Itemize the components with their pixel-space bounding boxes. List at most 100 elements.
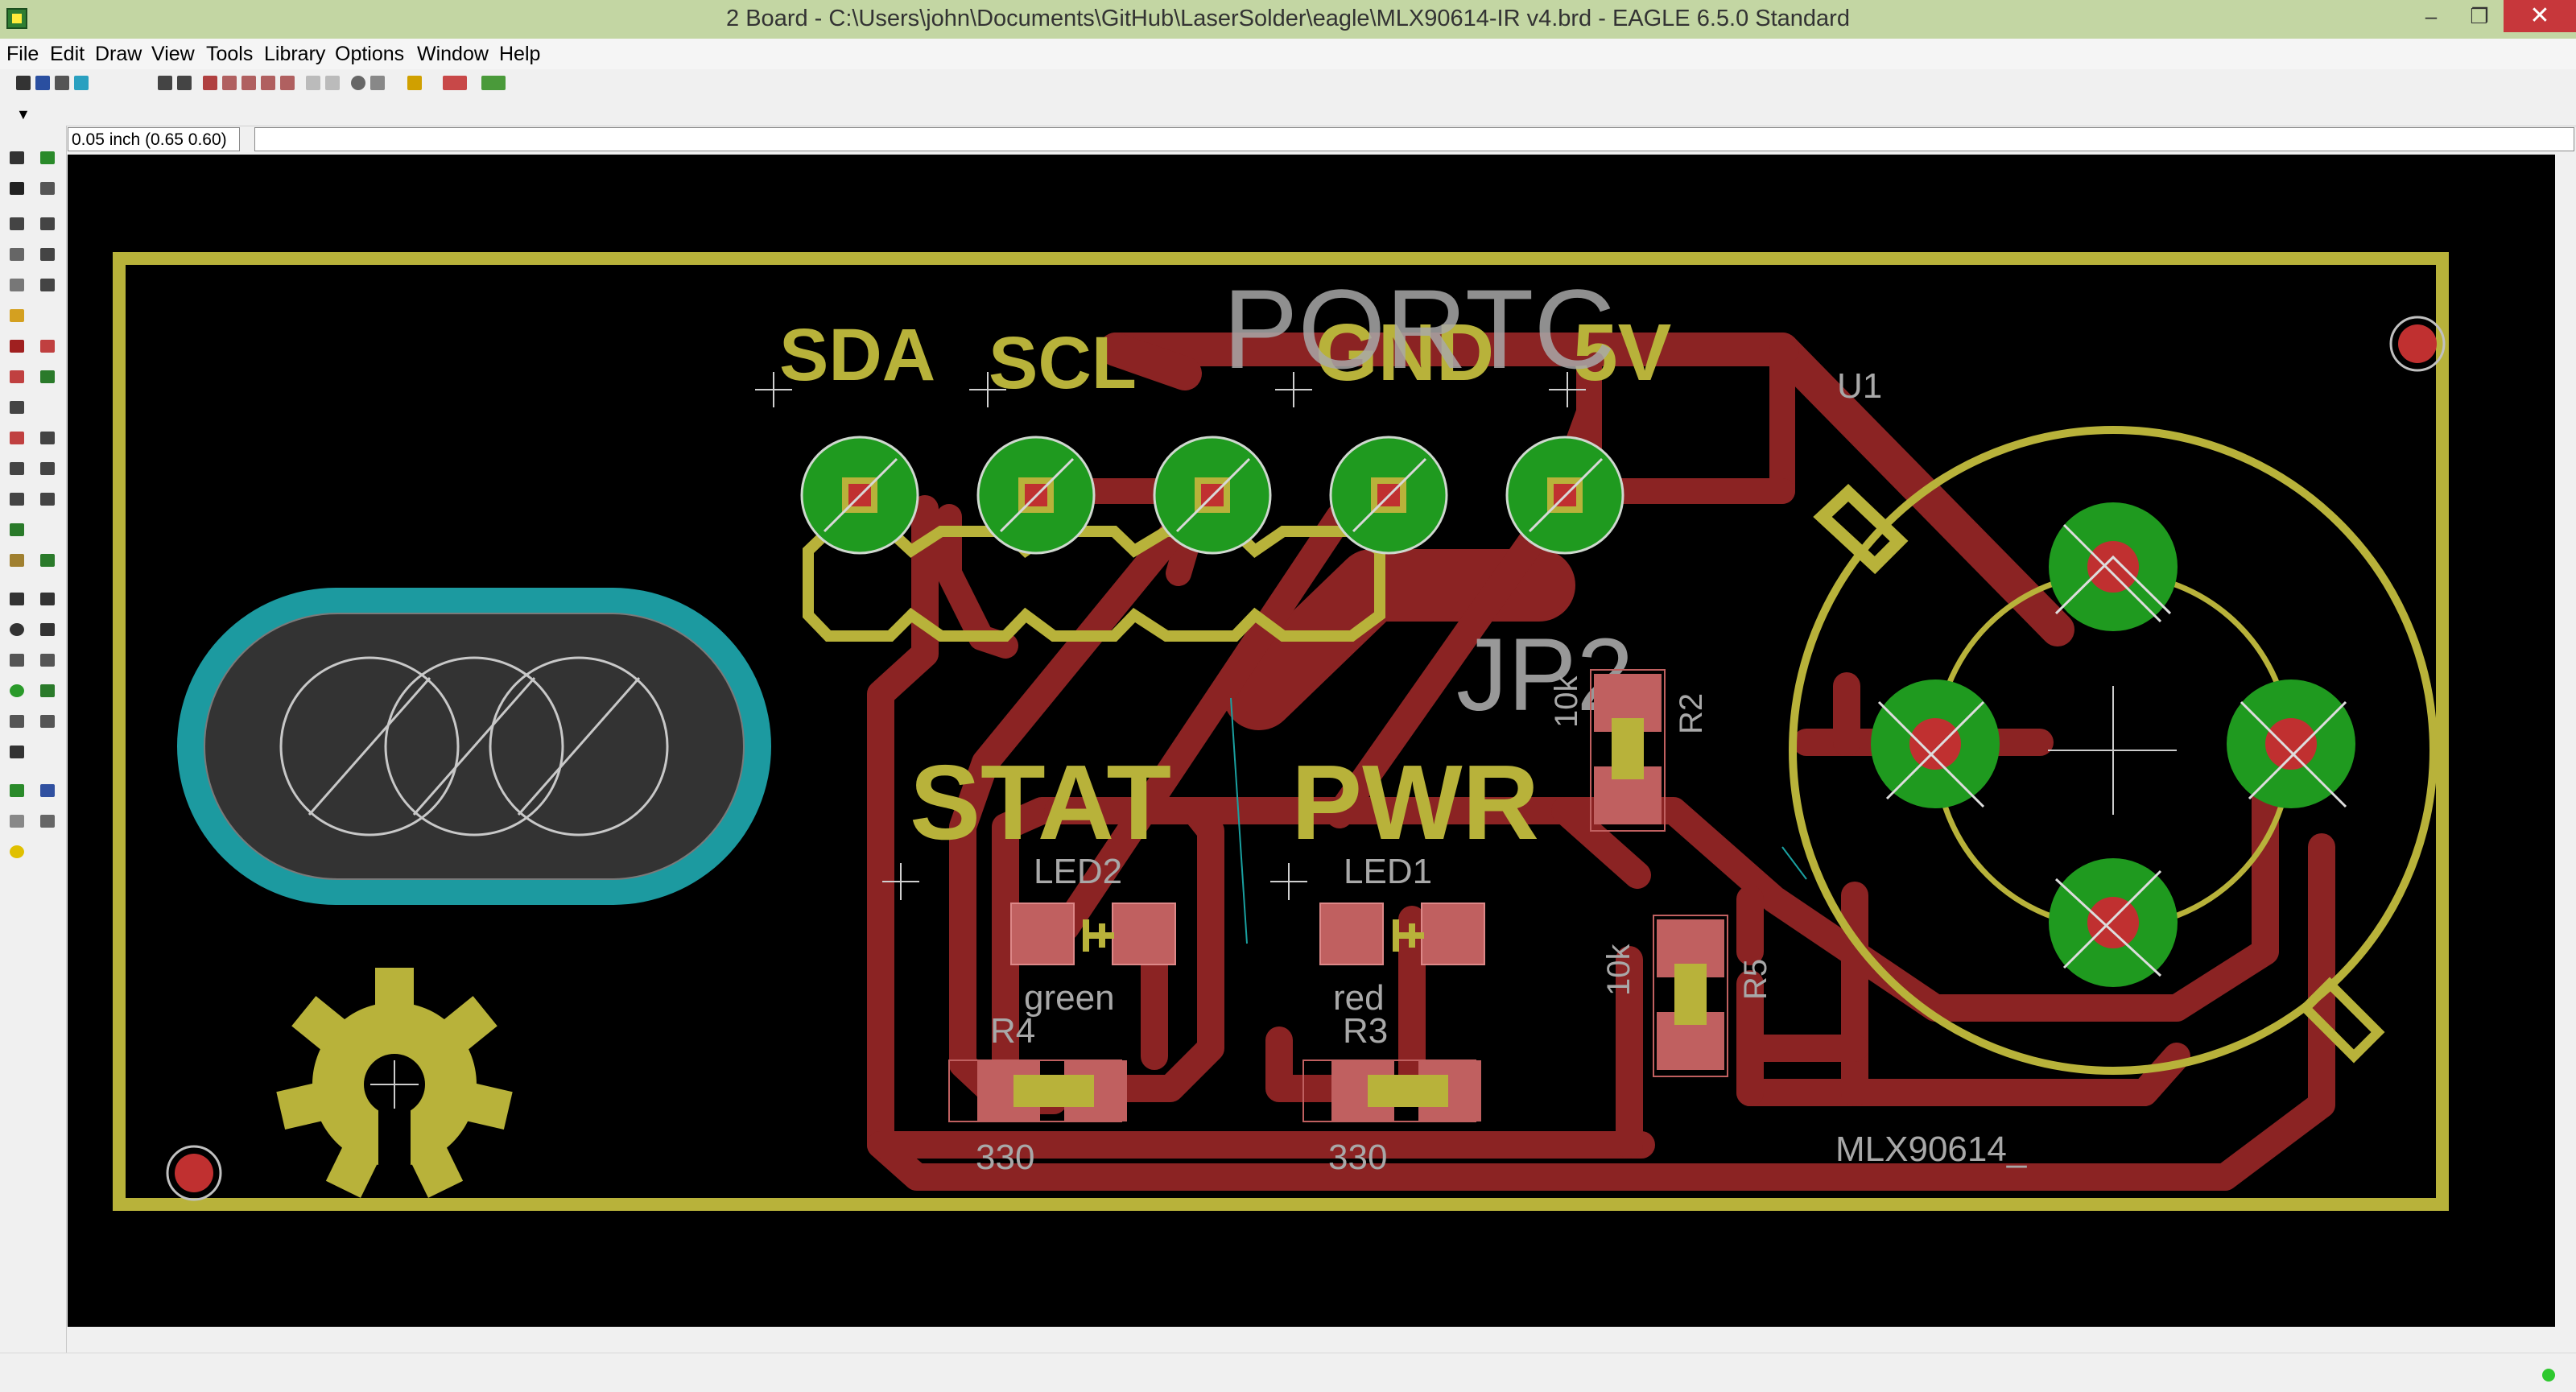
delete-tool-icon[interactable]: [10, 340, 24, 353]
wire-tool-icon[interactable]: [10, 593, 24, 605]
stop-icon[interactable]: [351, 76, 365, 90]
arc-tool-icon[interactable]: [40, 623, 55, 636]
display-layers-icon[interactable]: [10, 182, 24, 195]
redo-icon[interactable]: [325, 76, 340, 90]
menu-window[interactable]: Window: [412, 39, 493, 69]
r5-value: 10k: [1601, 944, 1637, 996]
horizontal-scrollbar[interactable]: [68, 1328, 2555, 1351]
oval-footprint: [177, 588, 771, 905]
board-editor-canvas[interactable]: SDA SCL GND 5V PORTC JP2 STAT PWR LED2 L…: [68, 155, 2555, 1327]
mirror-tool-icon[interactable]: [10, 248, 24, 261]
show-tool-icon[interactable]: [40, 151, 55, 164]
chevron-down-icon[interactable]: ▼: [16, 106, 31, 123]
menu-edit[interactable]: Edit: [45, 39, 89, 69]
name-tool-icon[interactable]: [10, 370, 24, 383]
r2-value: 10k: [1549, 675, 1584, 728]
open-hardware-logo: [276, 968, 513, 1198]
command-line-input[interactable]: [254, 127, 2574, 151]
save-icon[interactable]: [35, 76, 50, 90]
status-indicator-icon: [2542, 1369, 2555, 1382]
led2-name: LED2: [1034, 852, 1122, 891]
zoom-redraw-icon[interactable]: [261, 76, 275, 90]
copy-tool-icon[interactable]: [40, 217, 55, 230]
restore-button[interactable]: ❐: [2455, 0, 2504, 32]
pin-label-scl: SCL: [989, 322, 1137, 404]
optimize-tool-icon[interactable]: [10, 462, 24, 475]
main-toolbar: [0, 69, 2576, 98]
rect-tool-icon[interactable]: [10, 654, 24, 667]
grid-icon[interactable]: [177, 76, 192, 90]
route-tool-icon[interactable]: [10, 493, 24, 506]
rotate-tool-icon[interactable]: [40, 248, 55, 261]
via-tool-icon[interactable]: [10, 684, 24, 697]
cam-icon[interactable]: [74, 76, 89, 90]
led1-name: LED1: [1344, 852, 1432, 891]
mounting-hole-top-right: [2389, 316, 2446, 372]
zoom-out-icon[interactable]: [242, 76, 256, 90]
erc-tool-icon[interactable]: [10, 815, 24, 828]
move-tool-icon[interactable]: [10, 217, 24, 230]
vertical-scrollbar[interactable]: [2555, 155, 2576, 1327]
close-button[interactable]: ✕: [2504, 0, 2576, 32]
signal-tool-icon[interactable]: [10, 523, 24, 536]
display-icon[interactable]: [158, 76, 172, 90]
menu-help[interactable]: Help: [494, 39, 545, 69]
menu-options[interactable]: Options: [330, 39, 409, 69]
miter-tool-icon[interactable]: [10, 432, 24, 444]
paste-tool-icon[interactable]: [10, 309, 24, 322]
title-bar: 2 Board - C:\Users\john\Documents\GitHub…: [0, 0, 2576, 39]
hole-tool-icon[interactable]: [10, 715, 24, 728]
mark-tool-icon[interactable]: [40, 182, 55, 195]
r3-value: 330: [1328, 1138, 1387, 1177]
go-icon[interactable]: [370, 76, 385, 90]
menu-file[interactable]: File: [2, 39, 43, 69]
u1-value: MLX90614_: [1835, 1130, 2027, 1169]
menu-tools[interactable]: Tools: [201, 39, 258, 69]
errors-tool-icon[interactable]: [10, 845, 24, 858]
meander-tool-icon[interactable]: [40, 462, 55, 475]
zoom-fit-icon[interactable]: [203, 76, 217, 90]
signal-wire-tool-icon[interactable]: [40, 684, 55, 697]
zoom-select-icon[interactable]: [280, 76, 295, 90]
r3-name: R3: [1343, 1011, 1388, 1051]
zoom-in-icon[interactable]: [222, 76, 237, 90]
split-tool-icon[interactable]: [40, 432, 55, 444]
change-tool-icon[interactable]: [40, 279, 55, 291]
ripup-tool-icon[interactable]: [40, 493, 55, 506]
r2-footprint: [1590, 669, 1666, 832]
stat-label: STAT: [910, 743, 1171, 861]
r4-value: 330: [976, 1138, 1034, 1177]
design-link-icon[interactable]: [443, 76, 467, 90]
smash-tool-icon[interactable]: [10, 401, 24, 414]
attribute-tool-icon[interactable]: [40, 715, 55, 728]
dimension-tool-icon[interactable]: [10, 746, 24, 758]
text-tool-icon[interactable]: [40, 593, 55, 605]
menu-library[interactable]: Library: [259, 39, 330, 69]
r2-name: R2: [1674, 693, 1709, 734]
help-icon[interactable]: [407, 76, 422, 90]
r5-footprint: [1653, 915, 1728, 1077]
header-value-portc: PORTC: [1223, 266, 1615, 392]
element14-icon[interactable]: [481, 76, 506, 90]
mounting-hole-bottom-left: [166, 1145, 222, 1201]
pin-label-sda: SDA: [779, 314, 935, 396]
auto-tool-icon[interactable]: [40, 784, 55, 797]
led2-footprint: [1010, 903, 1176, 965]
menu-view[interactable]: View: [147, 39, 200, 69]
add-tool-icon[interactable]: [40, 340, 55, 353]
swap-tool-icon[interactable]: [10, 554, 24, 567]
circle-tool-icon[interactable]: [10, 623, 24, 636]
u1-name: U1: [1837, 366, 1882, 406]
value-tool-icon[interactable]: [40, 370, 55, 383]
ratsnest-tool-icon[interactable]: [10, 784, 24, 797]
autoroute-tool-icon[interactable]: [40, 554, 55, 567]
polygon-tool-icon[interactable]: [40, 654, 55, 667]
group-tool-icon[interactable]: [10, 279, 24, 291]
undo-icon[interactable]: [306, 76, 320, 90]
menu-draw[interactable]: Draw: [90, 39, 147, 69]
print-icon[interactable]: [55, 76, 69, 90]
minimize-button[interactable]: –: [2407, 0, 2455, 32]
drc-tool-icon[interactable]: [40, 815, 55, 828]
info-tool-icon[interactable]: [10, 151, 24, 164]
open-icon[interactable]: [16, 76, 31, 90]
